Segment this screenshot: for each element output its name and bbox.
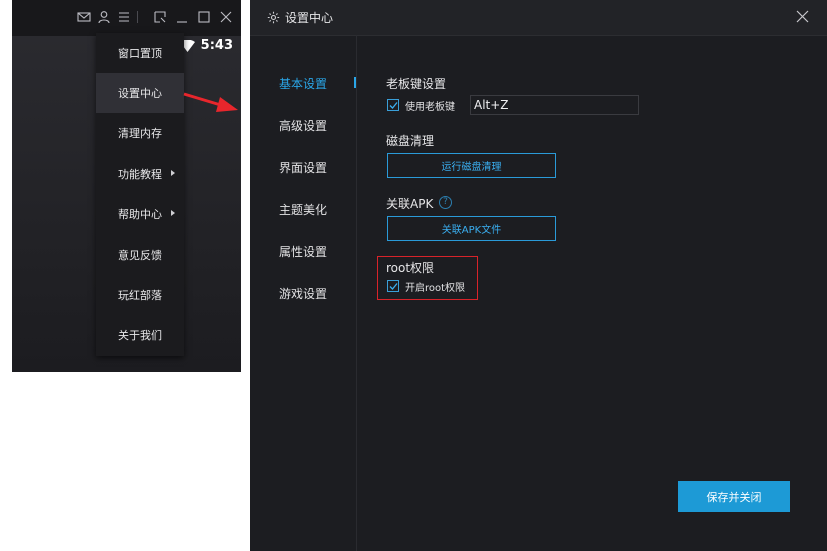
root-title: root权限 — [386, 261, 435, 275]
red-arrow-icon — [183, 92, 238, 112]
menu-item-window-top[interactable]: 窗口置顶 — [96, 33, 184, 73]
status-time: 5:43 — [200, 38, 233, 53]
boss-key-checkbox[interactable] — [387, 99, 399, 111]
menu-item-clean-memory[interactable]: 清理内存 — [96, 113, 184, 153]
screenshot-icon[interactable] — [153, 10, 167, 24]
menu-item-label: 意见反馈 — [118, 249, 162, 262]
apk-association-title: 关联APK — [386, 197, 434, 211]
maximize-icon[interactable] — [197, 10, 211, 24]
menu-icon[interactable] — [117, 10, 131, 24]
dialog-titlebar: 设置中心 — [250, 0, 827, 36]
emulator-window: 5:43 窗口置顶 设置中心 清理内存 功能教程 帮助中心 意见反馈 玩红部落 … — [12, 0, 241, 372]
run-disk-cleanup-button[interactable]: 运行磁盘清理 — [387, 153, 556, 178]
check-icon — [389, 283, 398, 290]
boss-key-checkbox-label: 使用老板键 — [405, 102, 455, 113]
settings-nav: 基本设置 高级设置 界面设置 主题美化 属性设置 游戏设置 — [250, 35, 365, 551]
menu-item-label: 窗口置顶 — [118, 47, 162, 60]
emulator-dropdown-menu: 窗口置顶 设置中心 清理内存 功能教程 帮助中心 意见反馈 玩红部落 关于我们 — [96, 33, 184, 356]
menu-item-label: 帮助中心 — [118, 208, 162, 221]
save-and-close-button[interactable]: 保存并关闭 — [678, 481, 790, 512]
minimize-icon[interactable] — [175, 10, 189, 24]
menu-item-help-center[interactable]: 帮助中心 — [96, 194, 184, 234]
menu-item-label: 清理内存 — [118, 127, 162, 140]
menu-item-feedback[interactable]: 意见反馈 — [96, 235, 184, 275]
menu-item-label: 设置中心 — [118, 87, 162, 100]
close-icon[interactable] — [219, 10, 233, 24]
dialog-title: 设置中心 — [285, 11, 334, 25]
nav-item-interface[interactable]: 界面设置 — [279, 159, 327, 176]
nav-item-theme[interactable]: 主题美化 — [279, 201, 327, 218]
root-checkbox[interactable] — [387, 280, 399, 292]
emulator-toolbar — [12, 0, 241, 36]
nav-item-game[interactable]: 游戏设置 — [279, 285, 327, 302]
disk-cleanup-title: 磁盘清理 — [386, 134, 435, 148]
help-icon[interactable]: ? — [439, 196, 452, 209]
boss-key-title: 老板键设置 — [386, 77, 447, 91]
menu-item-label: 玩红部落 — [118, 289, 162, 302]
mail-icon[interactable] — [77, 10, 91, 24]
gear-icon — [267, 11, 280, 24]
submenu-arrow-icon — [171, 170, 175, 176]
boss-key-input[interactable]: Alt+Z — [470, 95, 639, 115]
menu-item-label: 功能教程 — [118, 168, 162, 181]
menu-item-tutorial[interactable]: 功能教程 — [96, 154, 184, 194]
user-icon[interactable] — [97, 10, 111, 24]
settings-dialog: 设置中心 基本设置 高级设置 界面设置 主题美化 属性设置 游戏设置 老板键设置… — [250, 0, 827, 551]
associate-apk-button[interactable]: 关联APK文件 — [387, 216, 556, 241]
nav-divider — [356, 35, 357, 551]
submenu-arrow-icon — [171, 210, 175, 216]
nav-item-advanced[interactable]: 高级设置 — [279, 117, 327, 134]
check-icon — [389, 102, 398, 109]
nav-item-basic[interactable]: 基本设置 — [279, 75, 327, 92]
menu-item-label: 关于我们 — [118, 329, 162, 342]
root-checkbox-label: 开启root权限 — [405, 283, 466, 294]
menu-item-settings[interactable]: 设置中心 — [96, 73, 184, 113]
toolbar-divider — [137, 11, 138, 23]
menu-item-community[interactable]: 玩红部落 — [96, 275, 184, 315]
status-bar: 5:43 — [179, 38, 233, 53]
menu-item-about[interactable]: 关于我们 — [96, 315, 184, 355]
nav-item-properties[interactable]: 属性设置 — [279, 243, 327, 260]
dialog-close-icon[interactable] — [796, 10, 809, 23]
